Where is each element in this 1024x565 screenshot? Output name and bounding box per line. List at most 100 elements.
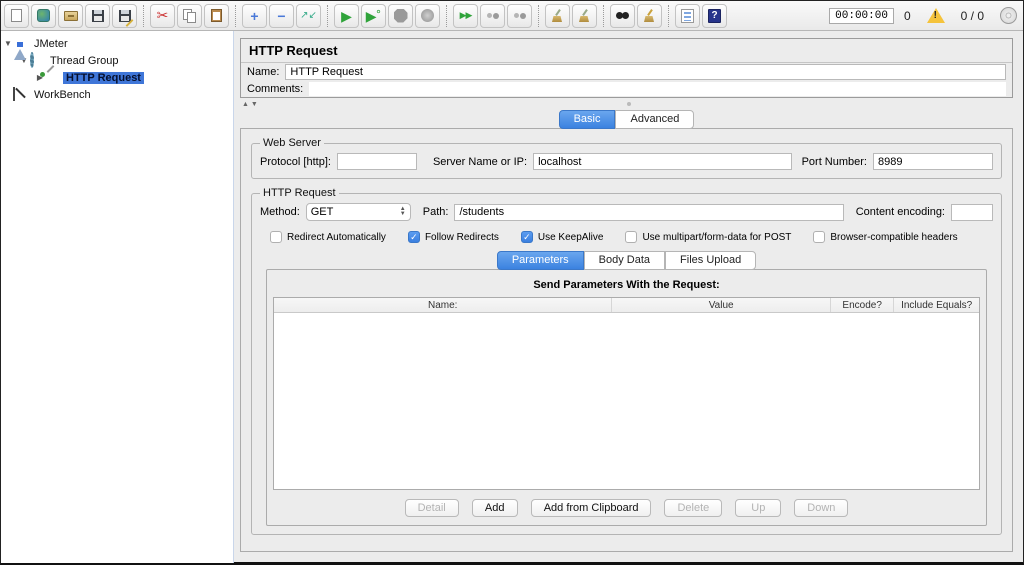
search-reset-button[interactable] bbox=[637, 3, 662, 28]
delete-button[interactable]: Delete bbox=[664, 499, 723, 517]
send-parameters-title: Send Parameters With the Request: bbox=[533, 279, 720, 291]
tree-item-jmeter[interactable]: ▼ JMeter bbox=[3, 35, 231, 60]
options-checkboxes: Redirect Automatically ✓ Follow Redirect… bbox=[270, 231, 989, 243]
templates-icon bbox=[37, 9, 50, 22]
remote-stop-all-button[interactable] bbox=[480, 3, 505, 28]
port-input[interactable] bbox=[873, 153, 993, 170]
checkbox-icon[interactable] bbox=[813, 231, 826, 243]
tree-item-thread-group[interactable]: ▼ Thread Group bbox=[3, 52, 231, 69]
protocol-input[interactable] bbox=[336, 153, 417, 170]
start-button[interactable]: ▶ bbox=[334, 3, 359, 28]
start-no-pauses-button[interactable]: ▶˚ bbox=[361, 3, 386, 28]
content-encoding-input[interactable] bbox=[951, 203, 993, 221]
name-input[interactable] bbox=[285, 64, 1006, 80]
path-input[interactable] bbox=[454, 203, 844, 221]
parameters-table: Name: Value Encode? Include Equals? bbox=[273, 297, 980, 490]
server-name-input[interactable] bbox=[533, 153, 792, 170]
parameters-tabs: Parameters Body Data Files Upload bbox=[260, 251, 993, 270]
split-divider[interactable]: ▲▼ bbox=[240, 98, 1013, 110]
remote-shutdown-all-button[interactable] bbox=[507, 3, 532, 28]
method-select[interactable]: GET ▲ ▼ bbox=[305, 203, 411, 221]
toolbar: ✂ + − ↗↙ ▶ ▶˚ ▶▶ ? 00:00:00 0 0 / 0 bbox=[1, 1, 1023, 31]
function-helper-icon bbox=[681, 8, 694, 23]
help-button[interactable]: ? bbox=[702, 3, 727, 28]
save-as-button[interactable] bbox=[112, 3, 137, 28]
column-header-value[interactable]: Value bbox=[612, 298, 831, 312]
tab-basic[interactable]: Basic bbox=[558, 110, 616, 129]
open-file-button[interactable] bbox=[58, 3, 83, 28]
split-arrows-icon[interactable]: ▲▼ bbox=[242, 101, 260, 108]
split-grip-icon[interactable] bbox=[626, 102, 631, 106]
toggle-button[interactable]: ↗↙ bbox=[296, 3, 321, 28]
tree-item-label[interactable]: WorkBench bbox=[31, 89, 94, 101]
checkbox-browser-compatible-headers[interactable]: Browser-compatible headers bbox=[813, 231, 958, 243]
remote-start-all-icon: ▶▶ bbox=[459, 10, 473, 20]
parameters-table-header: Name: Value Encode? Include Equals? bbox=[274, 298, 979, 313]
clear-all-button[interactable] bbox=[572, 3, 597, 28]
save-button[interactable] bbox=[85, 3, 110, 28]
content-encoding-label: Content encoding: bbox=[855, 206, 945, 218]
expand-all-button[interactable]: + bbox=[242, 3, 267, 28]
checkbox-label: Use KeepAlive bbox=[537, 231, 604, 243]
up-button[interactable]: Up bbox=[735, 499, 782, 517]
checkbox-icon[interactable] bbox=[270, 231, 282, 243]
checkbox-redirect-automatically[interactable]: Redirect Automatically bbox=[270, 231, 386, 243]
tree-item-label[interactable]: JMeter bbox=[31, 38, 71, 50]
sampler-config-panel: HTTP Request Name: Comments: ▲▼ Basic Ad… bbox=[234, 31, 1023, 563]
name-row: Name: bbox=[241, 63, 1012, 81]
add-button[interactable]: Add bbox=[471, 499, 518, 517]
checkbox-follow-redirects[interactable]: ✓ Follow Redirects bbox=[407, 231, 499, 243]
collapse-all-button[interactable]: − bbox=[269, 3, 294, 28]
checkbox-checked-icon[interactable]: ✓ bbox=[520, 231, 533, 243]
copy-button[interactable] bbox=[177, 3, 202, 28]
tree-item-label[interactable]: Thread Group bbox=[47, 55, 121, 67]
clear-button[interactable] bbox=[545, 3, 570, 28]
test-plan-tree: ▼ JMeter ▼ Thread Group ▶ HTTP Request W… bbox=[1, 31, 234, 563]
tree-item-http-request[interactable]: ▶ HTTP Request bbox=[3, 69, 231, 86]
path-label: Path: bbox=[422, 206, 449, 218]
elapsed-timer: 00:00:00 bbox=[829, 7, 894, 24]
expand-arrow-icon[interactable]: ▼ bbox=[3, 39, 13, 48]
open-file-icon bbox=[63, 10, 78, 21]
clear-icon bbox=[551, 9, 564, 22]
checkbox-multipart-post[interactable]: Use multipart/form-data for POST bbox=[625, 231, 791, 243]
copy-icon bbox=[182, 8, 197, 23]
stop-button[interactable] bbox=[388, 3, 413, 28]
detail-button[interactable]: Detail bbox=[404, 499, 459, 517]
toggle-icon: ↗↙ bbox=[300, 10, 317, 21]
start-no-pauses-icon: ▶˚ bbox=[365, 7, 382, 24]
tree-item-workbench[interactable]: WorkBench bbox=[3, 86, 231, 103]
method-value: GET bbox=[310, 206, 334, 218]
tree-item-label-selected[interactable]: HTTP Request bbox=[63, 71, 144, 84]
sampler-header-box: HTTP Request Name: Comments: bbox=[240, 38, 1013, 98]
shutdown-button[interactable] bbox=[415, 3, 440, 28]
clear-all-icon bbox=[578, 9, 591, 22]
function-helper-button[interactable] bbox=[675, 3, 700, 28]
search-button[interactable] bbox=[610, 3, 635, 28]
tab-parameters[interactable]: Parameters bbox=[496, 251, 584, 270]
column-header-name[interactable]: Name: bbox=[274, 298, 613, 312]
tab-advanced[interactable]: Advanced bbox=[615, 110, 695, 129]
method-label: Method: bbox=[260, 206, 300, 218]
down-button[interactable]: Down bbox=[794, 499, 849, 517]
new-file-button[interactable] bbox=[4, 3, 29, 28]
checkbox-icon[interactable] bbox=[625, 231, 638, 243]
cut-button[interactable]: ✂ bbox=[150, 3, 175, 28]
basic-tab-panel: Web Server Protocol [http]: Server Name … bbox=[240, 128, 1013, 552]
checkbox-checked-icon[interactable]: ✓ bbox=[407, 231, 420, 243]
remote-start-all-button[interactable]: ▶▶ bbox=[453, 3, 478, 28]
templates-button[interactable] bbox=[31, 3, 56, 28]
paste-icon bbox=[211, 9, 222, 22]
comments-input[interactable] bbox=[309, 82, 1006, 96]
column-header-include-equals[interactable]: Include Equals? bbox=[894, 298, 979, 312]
tab-body-data[interactable]: Body Data bbox=[583, 251, 666, 270]
paste-button[interactable] bbox=[204, 3, 229, 28]
column-header-encode[interactable]: Encode? bbox=[831, 298, 895, 312]
save-as-icon bbox=[118, 9, 133, 27]
tab-files-upload[interactable]: Files Upload bbox=[665, 251, 757, 270]
run-indicator-icon bbox=[1000, 7, 1017, 24]
warning-icon[interactable] bbox=[926, 8, 945, 23]
parameters-table-body[interactable] bbox=[274, 313, 979, 489]
add-from-clipboard-button[interactable]: Add from Clipboard bbox=[530, 499, 652, 517]
checkbox-use-keepalive[interactable]: ✓ Use KeepAlive bbox=[520, 231, 604, 243]
